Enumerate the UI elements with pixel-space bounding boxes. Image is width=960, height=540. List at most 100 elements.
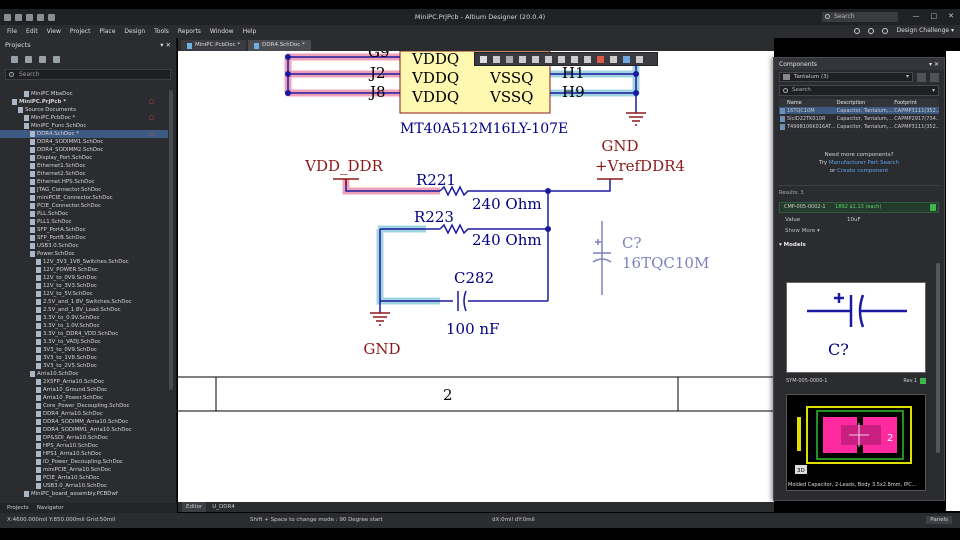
maximize-button[interactable]: □: [931, 12, 938, 20]
notifications-icon[interactable]: [868, 27, 875, 34]
components-scrollbar[interactable]: [936, 263, 940, 453]
library-menu-button[interactable]: [917, 72, 926, 82]
no-erc-icon[interactable]: [597, 55, 604, 63]
tree-item[interactable]: PLL.SchDoc: [0, 210, 168, 218]
tree-item[interactable]: Ethernet1.SchDoc: [0, 162, 168, 170]
menu-place[interactable]: Place: [99, 28, 115, 35]
align-icon[interactable]: [519, 55, 526, 63]
menu-tools[interactable]: Tools: [154, 28, 169, 35]
tree-item[interactable]: PCIE_Connector.SchDoc: [0, 202, 168, 210]
tree-item[interactable]: SFP_PortB.SchDoc: [0, 234, 168, 242]
placing-capacitor[interactable]: [592, 221, 612, 295]
table-row[interactable]: 5IcID22TK010R Capacitor, Tantalum,... CA…: [779, 115, 939, 123]
tree-item[interactable]: MiniPC.MbaDoc: [0, 90, 168, 98]
col-footprint[interactable]: Footprint: [894, 99, 939, 107]
tree-item[interactable]: JTAG_Connector.SchDoc: [0, 186, 168, 194]
tree-item[interactable]: 3V3_to_2V5.SchDoc: [0, 362, 168, 370]
tree-item[interactable]: 12V_3V3_1V8_Switches.SchDoc: [0, 258, 168, 266]
tree-item[interactable]: MiniPC.PrjPcb * □: [0, 98, 168, 106]
components-panel-controls[interactable]: ▾ ✕: [929, 61, 939, 68]
tree-item[interactable]: DP&SDI_Arria10.SchDoc: [0, 434, 168, 442]
close-button[interactable]: ✕: [948, 12, 954, 20]
global-search-input[interactable]: Search: [822, 12, 898, 22]
shape-icon[interactable]: [636, 55, 643, 63]
menu-window[interactable]: Window: [210, 28, 234, 35]
power-port-icon[interactable]: [571, 55, 578, 63]
panels-button[interactable]: Panels: [926, 516, 952, 524]
tree-item[interactable]: 2.5V_and_1.8V_Switches.SchDoc: [0, 298, 168, 306]
tree-item[interactable]: 2.5V_and_1.8V_Load.SchDoc: [0, 306, 168, 314]
menu-help[interactable]: Help: [243, 28, 257, 35]
tree-item[interactable]: USB3.0_Arria10.SchDoc: [0, 482, 168, 490]
tree-item[interactable]: DDR4.SchDoc * □: [0, 130, 168, 138]
tree-item[interactable]: 3V3_to_1V8.SchDoc: [0, 354, 168, 362]
menu-file[interactable]: File: [7, 28, 17, 35]
create-component-link[interactable]: Create component: [837, 168, 888, 174]
menu-view[interactable]: View: [47, 28, 61, 35]
schematic-canvas[interactable]: G9 J2 J8 VDDQ VDDQ VDDQ VSSQ VSSQ H1 H9 …: [178, 51, 774, 502]
menu-design[interactable]: Design: [124, 28, 145, 35]
compile-icon[interactable]: [39, 55, 46, 63]
tree-item[interactable]: DDR4_SODIMM2.SchDoc: [0, 146, 168, 154]
tree-item[interactable]: Display_Port.SchDoc: [0, 154, 168, 162]
col-name[interactable]: Name: [779, 99, 837, 107]
part-icon[interactable]: [584, 55, 591, 63]
tree-item[interactable]: MiniPC_board_assembly.PCBDwf: [0, 490, 168, 498]
table-row[interactable]: 16TQC10M Capacitor, Tantalum,... CAPMP31…: [779, 107, 939, 115]
tree-item[interactable]: PLL1.SchDoc: [0, 218, 168, 226]
tree-item[interactable]: USB3.0.SchDoc: [0, 242, 168, 250]
tab-navigator[interactable]: Navigator: [37, 503, 64, 513]
user-icon[interactable]: [882, 27, 889, 34]
tree-item[interactable]: IO_Power_Decoupling.SchDoc: [0, 458, 168, 466]
refresh-icon[interactable]: [25, 55, 32, 63]
manufacturer-part-search-link[interactable]: Manufacturer Part Search: [829, 160, 899, 166]
menu-edit[interactable]: Edit: [26, 28, 38, 35]
tree-item[interactable]: Arria10_Ground.SchDoc: [0, 386, 168, 394]
settings-icon[interactable]: [53, 55, 60, 63]
tree-item[interactable]: Ethernet.HPS.SchDoc: [0, 178, 168, 186]
tree-item[interactable]: MiniPC_Func.SchDoc: [0, 122, 168, 130]
tree-item[interactable]: 3.3V_to_DDR4_VDD.SchDoc: [0, 330, 168, 338]
tree-item[interactable]: PCIE_Arria10.SchDoc: [0, 474, 168, 482]
tree-item[interactable]: miniPCIE_Arria10.SchDoc: [0, 466, 168, 474]
component-detail-row[interactable]: CMP-005-0002-1 1892 $1.13 (each): [779, 202, 939, 213]
tree-item[interactable]: DDR4_SODIMM1_Arria10.SchDoc: [0, 426, 168, 434]
library-options-button[interactable]: [930, 72, 939, 82]
tree-item[interactable]: 3.3V_to_VADJ.SchDoc: [0, 338, 168, 346]
tree-item[interactable]: DDR4_SODIMM1.SchDoc: [0, 138, 168, 146]
port-icon[interactable]: [610, 55, 617, 63]
tree-item[interactable]: Power.SchDoc: [0, 250, 168, 258]
tree-item[interactable]: DDR4_SODIMM_Arria10.SchDoc: [0, 418, 168, 426]
tree-item[interactable]: miniPCIE_Connector.SchDoc: [0, 194, 168, 202]
undo-icon[interactable]: [48, 13, 55, 21]
library-dropdown[interactable]: Tantalum (3) ▾: [779, 72, 913, 82]
select-icon[interactable]: [506, 55, 513, 63]
tree-item[interactable]: 12V_POWER.SchDoc: [0, 266, 168, 274]
move-icon[interactable]: [493, 55, 500, 63]
tree-item[interactable]: 3.3V_to_1.0V.SchDoc: [0, 322, 168, 330]
tab-pcbdoc[interactable]: MiniPC.PcbDoc *: [181, 40, 247, 51]
models-section-header[interactable]: ▾ Models: [779, 242, 939, 248]
text-icon[interactable]: [623, 55, 630, 63]
projects-scrollbar[interactable]: [169, 90, 173, 390]
tree-item[interactable]: HPS_Arria10.SchDoc: [0, 442, 168, 450]
tab-projects[interactable]: Projects: [7, 503, 29, 513]
tree-item[interactable]: Ethernet2.SchDoc: [0, 170, 168, 178]
design-challenge-menu[interactable]: Design Challenge ▾: [896, 27, 954, 34]
tree-item[interactable]: 3.3V_to_0.9V.SchDoc: [0, 314, 168, 322]
tree-item[interactable]: Arria10.SchDoc: [0, 370, 168, 378]
badge-3d[interactable]: 3D: [797, 468, 805, 474]
tab-u-ddr4[interactable]: U_DDR4: [212, 502, 235, 512]
save-project-icon[interactable]: [11, 55, 18, 63]
table-row[interactable]: T4998106K016AT... Capacitor, Tantalum,..…: [779, 123, 939, 131]
tree-item[interactable]: Core_Power_Decoupling.SchDoc: [0, 402, 168, 410]
projects-search-input[interactable]: Search: [5, 69, 171, 80]
tree-item[interactable]: Arria10_Power.SchDoc: [0, 394, 168, 402]
show-more-button[interactable]: Show More ▾: [785, 228, 939, 234]
schematic-drawing[interactable]: G9 J2 J8 VDDQ VDDQ VDDQ VSSQ VSSQ H1 H9 …: [178, 51, 774, 502]
save-icon[interactable]: [26, 13, 33, 21]
tree-item[interactable]: 2X5FP_Arria10.SchDoc: [0, 378, 168, 386]
tree-item[interactable]: DDR4_Arria10.SchDoc: [0, 410, 168, 418]
wire-icon[interactable]: [532, 55, 539, 63]
menu-project[interactable]: Project: [70, 28, 91, 35]
